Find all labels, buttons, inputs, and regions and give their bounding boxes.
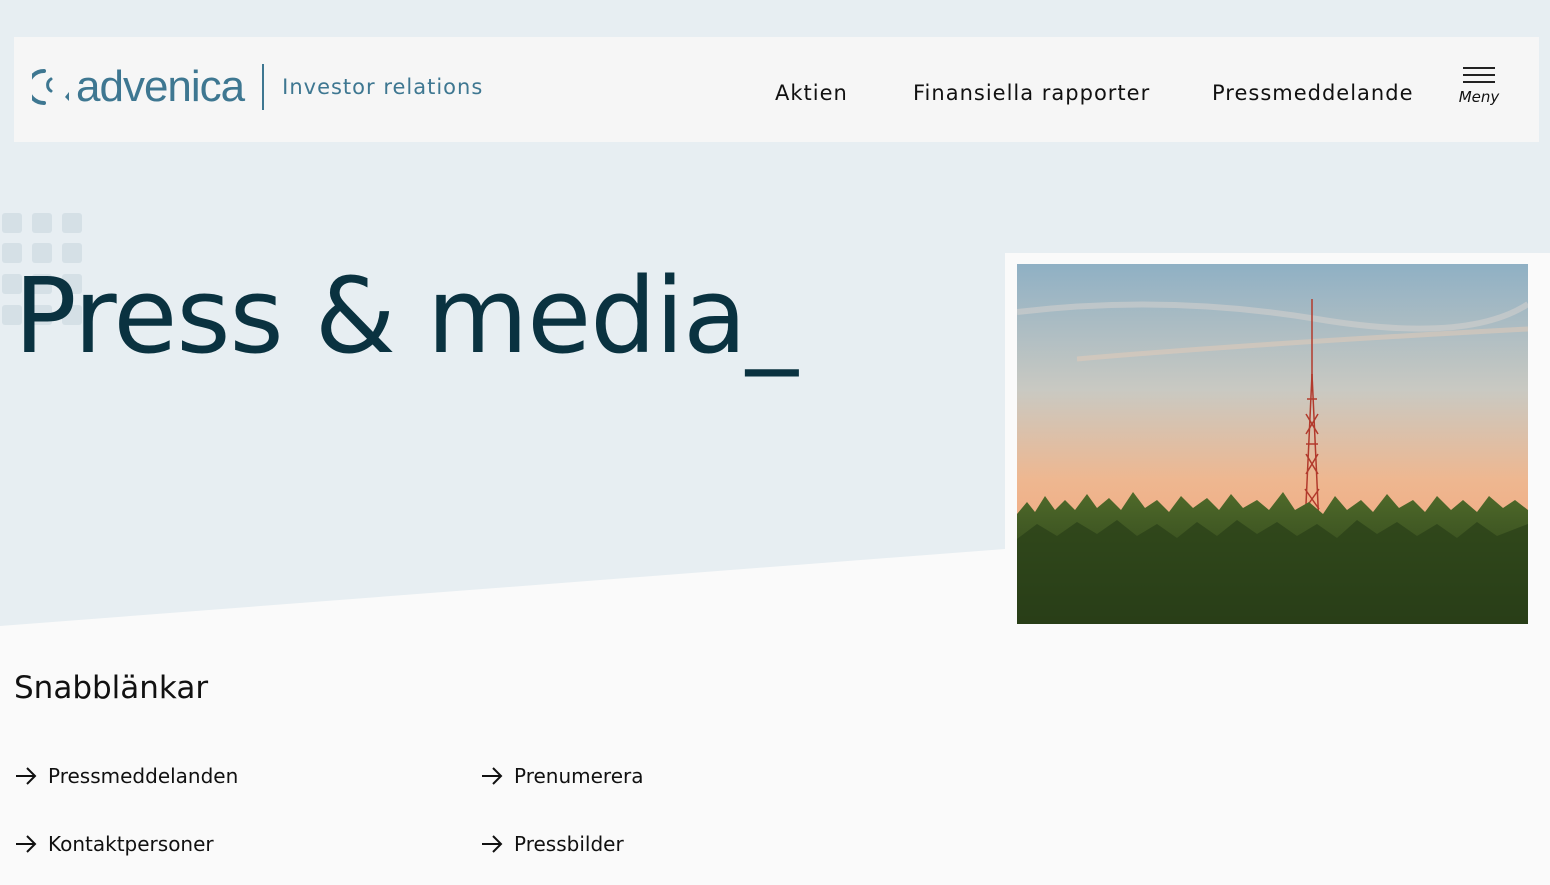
- nav-item-finansiella-rapporter[interactable]: Finansiella rapporter: [913, 81, 1150, 105]
- arrow-right-icon: [482, 767, 503, 785]
- logo-subtitle: Investor relations: [282, 75, 484, 99]
- arrow-right-icon: [482, 835, 503, 853]
- hamburger-icon: [1454, 67, 1504, 83]
- quicklink-pressmeddelanden[interactable]: Pressmeddelanden: [14, 764, 238, 788]
- site-header: advenica Investor relations Aktien Finan…: [14, 37, 1539, 142]
- quicklink-label: Prenumerera: [514, 764, 644, 788]
- quicklink-prenumerera[interactable]: Prenumerera: [480, 764, 644, 788]
- quicklink-label: Kontaktpersoner: [48, 832, 214, 856]
- page-title: Press & media_: [14, 255, 798, 377]
- arrow-right-icon: [16, 835, 37, 853]
- radio-tower-photo: [1017, 264, 1528, 624]
- quicklink-label: Pressmeddelanden: [48, 764, 239, 788]
- arrow-right-icon: [16, 767, 37, 785]
- advenica-logo-icon: [26, 67, 72, 107]
- quicklink-pressbilder[interactable]: Pressbilder: [480, 832, 624, 856]
- nav-item-pressmeddelande[interactable]: Pressmeddelande: [1212, 81, 1414, 105]
- menu-label: Meny: [1458, 88, 1500, 106]
- logo[interactable]: advenica Investor relations: [26, 59, 484, 115]
- menu-button[interactable]: Meny: [1454, 67, 1504, 106]
- logo-divider: [262, 64, 265, 110]
- nav-item-aktien[interactable]: Aktien: [775, 81, 848, 105]
- quicklinks-title: Snabblänkar: [14, 670, 209, 706]
- logo-wordmark: advenica: [76, 62, 245, 111]
- quicklink-label: Pressbilder: [514, 832, 624, 856]
- hero-image: [1017, 264, 1528, 624]
- quicklink-kontaktpersoner[interactable]: Kontaktpersoner: [14, 832, 214, 856]
